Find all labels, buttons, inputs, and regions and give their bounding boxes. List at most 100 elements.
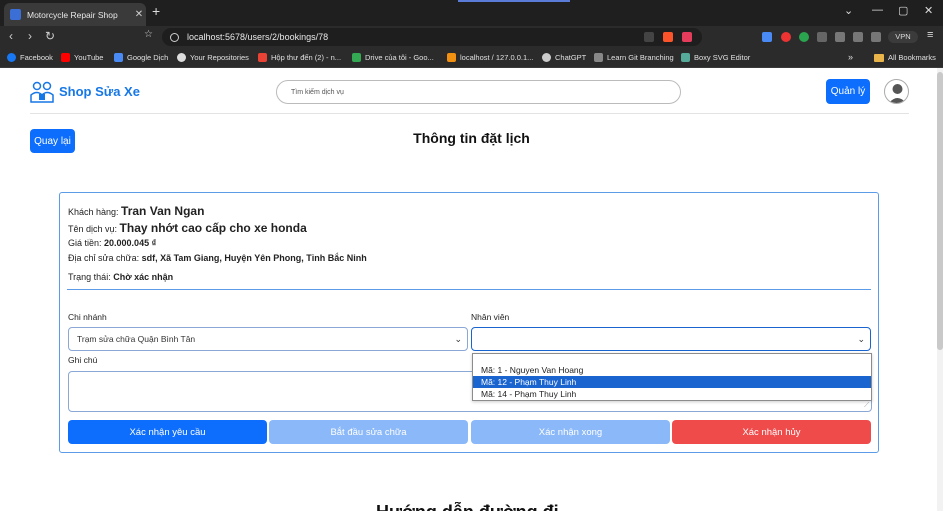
price-value: 20.000.045 ₫: [104, 238, 157, 248]
site-favicon-icon: [10, 9, 21, 20]
staff-option[interactable]: Mã: 1 - Nguyen Van Hoang: [473, 364, 871, 376]
drive-icon: [352, 53, 361, 62]
confirm-request-button[interactable]: Xác nhận yêu cầu: [68, 420, 267, 444]
chevron-down-icon: ⌄: [857, 334, 865, 344]
brave-rewards-icon[interactable]: [682, 32, 692, 42]
close-window-icon[interactable]: ✕: [924, 4, 933, 17]
wallet-icon[interactable]: [871, 32, 881, 42]
search-input[interactable]: Tìm kiếm dịch vụ: [276, 80, 681, 104]
extension-puzzle-icon[interactable]: [817, 32, 827, 42]
git-icon: [594, 53, 603, 62]
more-bookmarks-icon[interactable]: »: [848, 52, 853, 62]
minimize-icon[interactable]: —: [872, 4, 883, 16]
sidebar-icon[interactable]: [853, 32, 863, 42]
staff-label: Nhân viên: [471, 312, 510, 322]
staff-select[interactable]: ⌄: [471, 327, 871, 351]
site-info-icon[interactable]: [170, 32, 179, 42]
browser-tab-bar: Motorcycle Repair Shop ✕ + ⌄ — ▢ ✕: [0, 0, 943, 26]
url-text[interactable]: localhost:5678/users/2/bookings/78: [187, 32, 635, 42]
extension-red-icon[interactable]: [781, 32, 791, 42]
facebook-icon: [7, 53, 16, 62]
user-avatar-icon[interactable]: [884, 79, 909, 104]
bookmark-learn-git[interactable]: Learn Git Branching: [594, 53, 674, 62]
page-content: Shop Sửa Xe Tìm kiếm dịch vụ Quản lý Qua…: [0, 68, 943, 511]
bookmark-google-translate[interactable]: Google Dịch: [114, 53, 168, 62]
browser-tab[interactable]: Motorcycle Repair Shop ✕: [4, 3, 146, 26]
folder-icon: [874, 53, 884, 62]
directions-heading: Hướng dẫn đường đi: [376, 502, 559, 511]
branch-select[interactable]: Trạm sửa chữa Quận Bình Tân ⌄: [68, 327, 468, 351]
customer-label: Khách hàng:: [68, 207, 122, 217]
extension-green-icon[interactable]: [799, 32, 809, 42]
brave-shields-icon[interactable]: [663, 32, 673, 42]
address-value: sdf, Xã Tam Giang, Huyện Yên Phong, Tỉnh…: [141, 253, 367, 263]
bookmark-github[interactable]: Your Repositories: [177, 53, 249, 62]
status-row: Trạng thái: Chờ xác nhận: [68, 272, 173, 282]
new-tab-icon[interactable]: +: [152, 3, 160, 19]
share-icon[interactable]: [644, 32, 654, 42]
staff-dropdown-list: Mã: 1 - Nguyen Van Hoang Mã: 12 - Phạm T…: [472, 353, 872, 401]
chatgpt-icon: [542, 53, 551, 62]
address-label: Địa chỉ sửa chữa:: [68, 253, 142, 263]
gmail-icon: [258, 53, 267, 62]
scrollbar-thumb[interactable]: [937, 72, 943, 350]
tab-search-icon[interactable]: ⌄: [844, 4, 853, 17]
booking-card: Khách hàng: Tran Van Ngan Tên dịch vụ: T…: [59, 192, 879, 453]
staff-option-highlighted[interactable]: Mã: 12 - Phạm Thuy Linh: [473, 376, 871, 388]
confirm-cancel-button[interactable]: Xác nhận hủy: [672, 420, 871, 444]
branch-label: Chi nhánh: [68, 312, 107, 322]
customer-name: Tran Van Ngan: [121, 204, 205, 218]
service-name: Thay nhớt cao cấp cho xe honda: [119, 221, 307, 235]
translate-extension-icon[interactable]: [762, 32, 772, 42]
bookmark-boxy-svg[interactable]: Boxy SVG Editor: [681, 53, 750, 62]
github-icon: [177, 53, 186, 62]
branch-selected-value: Trạm sửa chữa Quận Bình Tân: [77, 334, 196, 344]
phpmyadmin-icon: [447, 53, 456, 62]
start-repair-button[interactable]: Bắt đầu sửa chữa: [269, 420, 468, 444]
chevron-down-icon: ⌄: [454, 334, 462, 344]
price-label: Giá tiền:: [68, 238, 105, 248]
bookmark-facebook[interactable]: Facebook: [7, 53, 53, 62]
note-label: Ghi chú: [68, 355, 98, 365]
menu-icon[interactable]: ≡: [927, 29, 933, 41]
tab-bar-accent: [458, 0, 570, 2]
back-arrow-icon[interactable]: ‹: [9, 29, 13, 43]
bookmarks-bar: Facebook YouTube Google Dịch Your Reposi…: [0, 48, 943, 68]
bookmark-gmail[interactable]: Hộp thư đến (2) - n...: [258, 53, 341, 62]
brand-name[interactable]: Shop Sửa Xe: [59, 84, 140, 99]
close-tab-icon[interactable]: ✕: [132, 9, 146, 20]
card-divider: [67, 289, 871, 290]
address-bar[interactable]: localhost:5678/users/2/bookings/78: [162, 28, 702, 46]
confirm-done-button[interactable]: Xác nhận xong: [471, 420, 670, 444]
bookmark-localhost[interactable]: localhost / 127.0.0.1...: [447, 53, 533, 62]
browser-toolbar: ‹ › ↻ ☆ localhost:5678/users/2/bookings/…: [0, 26, 943, 48]
staff-option[interactable]: [473, 354, 871, 364]
staff-option[interactable]: Mã: 14 - Phạm Thuy Linh: [473, 388, 871, 400]
status-value: Chờ xác nhận: [113, 272, 174, 282]
youtube-icon: [61, 53, 70, 62]
reload-icon[interactable]: ↻: [45, 29, 55, 43]
vpn-button[interactable]: VPN: [888, 31, 918, 43]
bookmark-youtube[interactable]: YouTube: [61, 53, 103, 62]
status-label: Trạng thái:: [68, 272, 114, 282]
maximize-icon[interactable]: ▢: [898, 4, 908, 17]
bookmark-star-icon[interactable]: ☆: [144, 29, 153, 40]
google-translate-icon: [114, 53, 123, 62]
all-bookmarks[interactable]: All Bookmarks: [874, 53, 936, 62]
address-row: Địa chỉ sửa chữa: sdf, Xã Tam Giang, Huy…: [68, 253, 367, 263]
service-label: Tên dịch vụ:: [68, 224, 120, 234]
service-row: Tên dịch vụ: Thay nhớt cao cấp cho xe ho…: [68, 221, 307, 235]
bookmark-drive[interactable]: Drive của tôi - Goo...: [352, 53, 434, 62]
resize-handle-icon[interactable]: ⟋: [864, 402, 869, 410]
shop-logo-icon[interactable]: [30, 80, 54, 104]
tab-title: Motorcycle Repair Shop: [27, 9, 118, 20]
forward-arrow-icon[interactable]: ›: [28, 29, 32, 43]
page-title: Thông tin đặt lịch: [413, 130, 530, 146]
header-divider: [30, 113, 909, 114]
manager-button[interactable]: Quản lý: [826, 79, 870, 104]
price-row: Giá tiền: 20.000.045 ₫: [68, 238, 156, 248]
media-icon[interactable]: [835, 32, 845, 42]
bookmark-chatgpt[interactable]: ChatGPT: [542, 53, 586, 62]
boxy-svg-icon: [681, 53, 690, 62]
customer-row: Khách hàng: Tran Van Ngan: [68, 204, 204, 218]
